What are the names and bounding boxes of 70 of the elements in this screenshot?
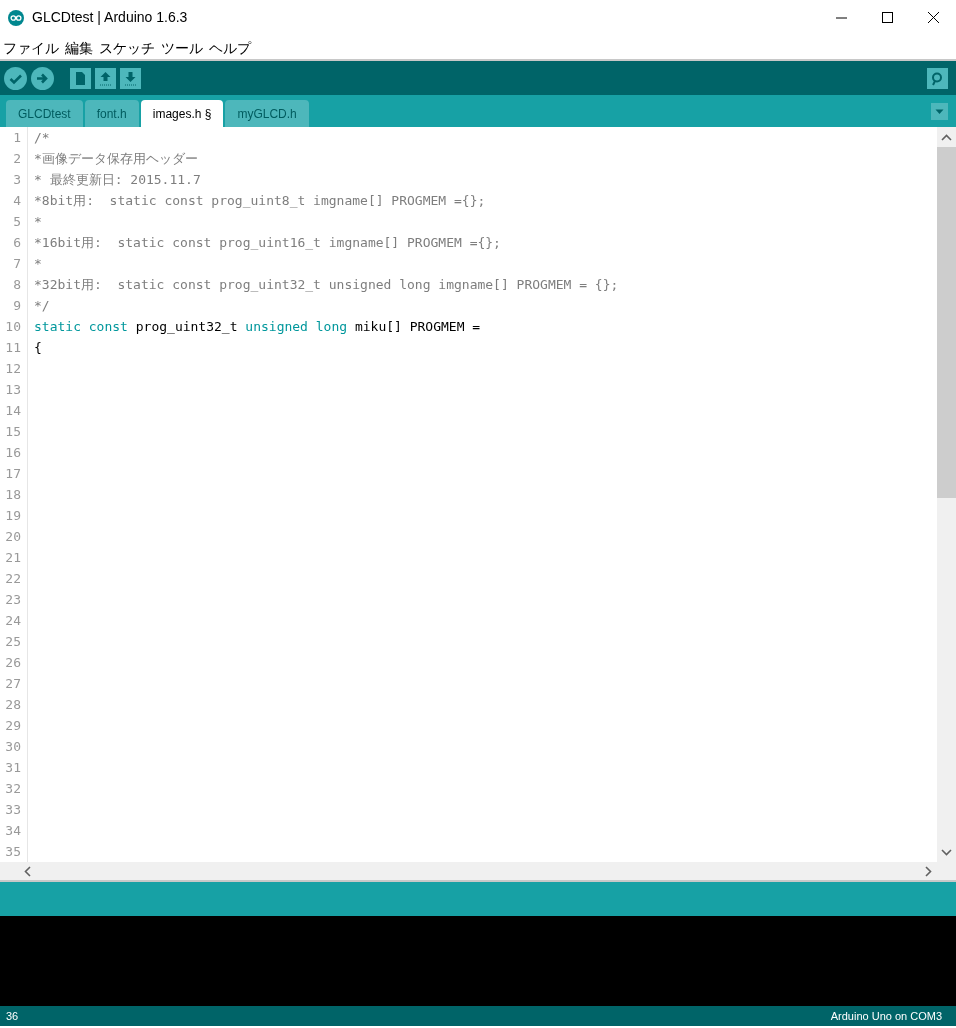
line-number: 23 [4, 591, 22, 609]
line-number: 17 [4, 465, 22, 483]
line-number: 29 [4, 717, 22, 735]
line-number: 8 [12, 276, 22, 294]
line-number: 10 [4, 318, 22, 336]
line-number: 6 [12, 234, 22, 252]
line-number: 1 [12, 129, 22, 147]
scroll-down-icon[interactable] [941, 848, 952, 856]
code-line: *画像データ保存用ヘッダー [33, 150, 199, 168]
line-number: 5 [12, 213, 22, 231]
verify-button[interactable] [4, 66, 27, 90]
line-number: 26 [4, 654, 22, 672]
menu-item[interactable]: 編集 [62, 35, 96, 59]
new-sketch-button[interactable] [70, 67, 91, 89]
code-line: /* [33, 129, 51, 147]
scroll-up-icon[interactable] [941, 133, 952, 141]
scroll-right-icon[interactable] [925, 865, 932, 877]
line-number: 14 [4, 402, 22, 420]
line-number: 22 [4, 570, 22, 588]
code-line: * [33, 255, 43, 273]
line-number: 21 [4, 549, 22, 567]
line-number: 19 [4, 507, 22, 525]
board-status: Arduino Uno on COM3 [830, 1009, 942, 1024]
scrollbar-thumb[interactable] [937, 147, 956, 498]
code-line: { [33, 339, 43, 357]
line-number: 12 [4, 360, 22, 378]
line-number-status: 36 [6, 1009, 19, 1024]
line-number: 32 [4, 780, 22, 798]
line-number: 34 [4, 822, 22, 840]
line-number: 33 [4, 801, 22, 819]
file-tab[interactable]: images.h § [140, 100, 224, 127]
line-number: 35 [4, 843, 22, 861]
code-line: */ [33, 297, 51, 315]
line-number: 11 [4, 339, 22, 357]
line-number: 9 [12, 297, 22, 315]
open-button[interactable] [95, 67, 116, 89]
tab-menu-button[interactable] [931, 100, 948, 123]
line-number: 15 [4, 423, 22, 441]
line-number: 16 [4, 444, 22, 462]
line-number: 7 [12, 255, 22, 273]
line-number: 28 [4, 696, 22, 714]
line-number: 25 [4, 633, 22, 651]
code-line: static const prog_uint32_t unsigned long miku[] PROGMEM = [33, 318, 482, 336]
code-line: *8bit用: static const prog_uint8_t imgname[] PROGMEM ={}; [33, 192, 487, 210]
save-button[interactable] [120, 67, 141, 89]
line-number: 18 [4, 486, 22, 504]
line-number: 3 [12, 171, 22, 189]
menu-item[interactable]: スケッチ [96, 35, 158, 59]
line-number: 24 [4, 612, 22, 630]
line-number: 13 [4, 381, 22, 399]
line-number: 4 [12, 192, 22, 210]
line-number: 27 [4, 675, 22, 693]
menu-item[interactable]: ツール [158, 35, 206, 59]
app-logo-icon [8, 9, 24, 26]
close-icon[interactable] [927, 12, 939, 23]
line-number: 20 [4, 528, 22, 546]
code-line: *32bit用: static const prog_uint32_t unsigned long imgname[] PROGMEM = {}; [33, 276, 620, 294]
maximize-icon[interactable] [881, 12, 893, 23]
window-title: GLCDtest | Arduino 1.6.3 [32, 8, 189, 27]
upload-button[interactable] [31, 66, 54, 90]
line-number: 30 [4, 738, 22, 756]
code-line: *16bit用: static const prog_uint16_t imgname[] PROGMEM ={}; [33, 234, 502, 252]
scroll-left-icon[interactable] [24, 865, 31, 877]
menu-item[interactable]: ヘルプ [206, 35, 254, 59]
line-number: 2 [12, 150, 22, 168]
line-number: 31 [4, 759, 22, 777]
code-line: * [33, 213, 43, 231]
menu-item[interactable]: ファイル [0, 35, 62, 59]
serial-monitor-button[interactable] [927, 67, 948, 89]
code-line: * 最終更新日: 2015.11.7 [33, 171, 202, 189]
